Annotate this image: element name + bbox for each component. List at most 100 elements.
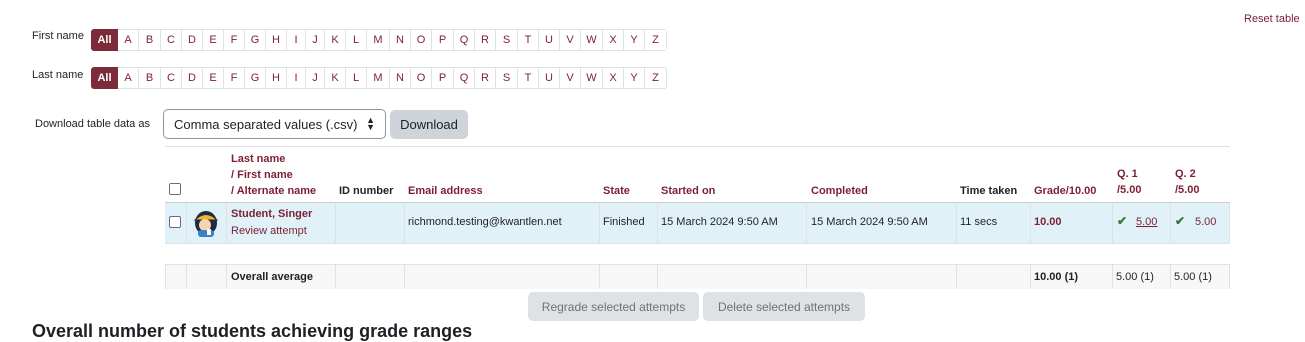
q2-header[interactable]: Q. 2 /5.00 <box>1175 166 1199 198</box>
sort-first-name[interactable]: / First name <box>231 167 316 183</box>
time-taken-cell: 11 secs <box>960 216 998 228</box>
sort-last-name[interactable]: Last name <box>231 151 316 167</box>
first-initial-v[interactable]: V <box>560 29 581 51</box>
first-initial-m[interactable]: M <box>367 29 390 51</box>
last-initial-a[interactable]: A <box>118 67 139 89</box>
last-initial-x[interactable]: X <box>603 67 624 89</box>
q1-header[interactable]: Q. 1 /5.00 <box>1117 166 1141 198</box>
first-initial-s[interactable]: S <box>496 29 518 51</box>
column-divider <box>226 203 227 243</box>
first-initial-i[interactable]: I <box>287 29 306 51</box>
download-button[interactable]: Download <box>390 110 468 139</box>
q1-mark-link[interactable]: 5.00 <box>1136 216 1157 228</box>
completed-header[interactable]: Completed <box>811 183 868 199</box>
column-divider <box>1112 203 1113 243</box>
name-column-header[interactable]: Last name / First name / Alternate name <box>231 151 316 199</box>
last-initial-k[interactable]: K <box>325 67 346 89</box>
last-initial-s[interactable]: S <box>496 67 518 89</box>
last-initial-i[interactable]: I <box>287 67 306 89</box>
column-divider <box>335 203 336 243</box>
first-initial-l[interactable]: L <box>346 29 367 51</box>
column-divider <box>165 265 166 289</box>
column-divider <box>956 203 957 243</box>
last-initial-v[interactable]: V <box>560 67 581 89</box>
first-initial-e[interactable]: E <box>203 29 224 51</box>
first-initial-h[interactable]: H <box>266 29 287 51</box>
last-initial-all[interactable]: All <box>91 67 118 89</box>
last-name-filter-label: Last name <box>32 69 84 81</box>
first-initial-t[interactable]: T <box>518 29 539 51</box>
grade-cell[interactable]: 10.00 <box>1034 216 1062 228</box>
first-initial-a[interactable]: A <box>118 29 139 51</box>
started-on-header[interactable]: Started on <box>661 183 715 199</box>
first-initial-r[interactable]: R <box>475 29 496 51</box>
last-initial-r[interactable]: R <box>475 67 496 89</box>
sort-alternate-name[interactable]: / Alternate name <box>231 183 316 199</box>
last-initial-z[interactable]: Z <box>645 67 667 89</box>
last-initial-q[interactable]: Q <box>454 67 475 89</box>
reset-table-link[interactable]: Reset table <box>1244 13 1300 25</box>
last-initial-g[interactable]: G <box>245 67 266 89</box>
first-initial-z[interactable]: Z <box>645 29 667 51</box>
column-divider <box>657 265 658 289</box>
column-divider <box>1030 203 1031 243</box>
last-initial-n[interactable]: N <box>390 67 411 89</box>
first-initial-u[interactable]: U <box>539 29 560 51</box>
first-initial-p[interactable]: P <box>432 29 454 51</box>
download-format-select[interactable]: Comma separated values (.csv) ▲ ▼ <box>163 109 386 139</box>
column-divider <box>1112 265 1113 289</box>
last-initial-l[interactable]: L <box>346 67 367 89</box>
id-number-header: ID number <box>339 185 394 197</box>
q2-header-number: Q. 2 <box>1175 168 1196 180</box>
column-divider <box>1229 203 1230 243</box>
last-initial-e[interactable]: E <box>203 67 224 89</box>
review-attempt-link[interactable]: Review attempt <box>231 225 307 237</box>
first-initial-q[interactable]: Q <box>454 29 475 51</box>
q1-header-max: /5.00 <box>1117 184 1142 196</box>
last-initial-m[interactable]: M <box>367 67 390 89</box>
q1-correct-icon: ✔ <box>1117 214 1128 228</box>
first-name-filter-label: First name <box>32 30 84 42</box>
first-initial-b[interactable]: B <box>139 29 161 51</box>
grade-header[interactable]: Grade/10.00 <box>1034 183 1096 199</box>
last-initial-b[interactable]: B <box>139 67 161 89</box>
last-initial-w[interactable]: W <box>581 67 603 89</box>
regrade-selected-button[interactable]: Regrade selected attempts <box>528 292 699 321</box>
completed-cell: 15 March 2024 9:50 AM <box>811 216 928 228</box>
download-label: Download table data as <box>35 118 150 130</box>
last-initial-p[interactable]: P <box>432 67 454 89</box>
first-initial-x[interactable]: X <box>603 29 624 51</box>
first-initial-k[interactable]: K <box>325 29 346 51</box>
avatar[interactable] <box>191 208 221 238</box>
first-initial-f[interactable]: F <box>224 29 245 51</box>
select-all-checkbox[interactable] <box>169 183 181 195</box>
last-initial-d[interactable]: D <box>182 67 203 89</box>
first-initial-y[interactable]: Y <box>624 29 645 51</box>
delete-selected-button[interactable]: Delete selected attempts <box>703 292 865 321</box>
last-initial-y[interactable]: Y <box>624 67 645 89</box>
student-name-link[interactable]: Student, Singer <box>231 208 312 220</box>
column-divider <box>599 265 600 289</box>
first-initial-n[interactable]: N <box>390 29 411 51</box>
started-on-cell: 15 March 2024 9:50 AM <box>661 216 778 228</box>
last-initial-j[interactable]: J <box>306 67 325 89</box>
first-initial-o[interactable]: O <box>411 29 432 51</box>
first-initial-g[interactable]: G <box>245 29 266 51</box>
email-header[interactable]: Email address <box>408 183 483 199</box>
average-grade-cell: 10.00 (1) <box>1034 271 1079 283</box>
state-header[interactable]: State <box>603 183 630 199</box>
row-select-checkbox[interactable] <box>169 216 181 228</box>
last-initial-f[interactable]: F <box>224 67 245 89</box>
last-initial-u[interactable]: U <box>539 67 560 89</box>
last-initial-h[interactable]: H <box>266 67 287 89</box>
column-divider <box>186 203 187 243</box>
last-initial-t[interactable]: T <box>518 67 539 89</box>
first-initial-w[interactable]: W <box>581 29 603 51</box>
q2-mark-link[interactable]: 5.00 <box>1195 216 1216 228</box>
last-initial-c[interactable]: C <box>161 67 182 89</box>
first-initial-all[interactable]: All <box>91 29 118 51</box>
first-initial-c[interactable]: C <box>161 29 182 51</box>
first-initial-d[interactable]: D <box>182 29 203 51</box>
first-initial-j[interactable]: J <box>306 29 325 51</box>
last-initial-o[interactable]: O <box>411 67 432 89</box>
